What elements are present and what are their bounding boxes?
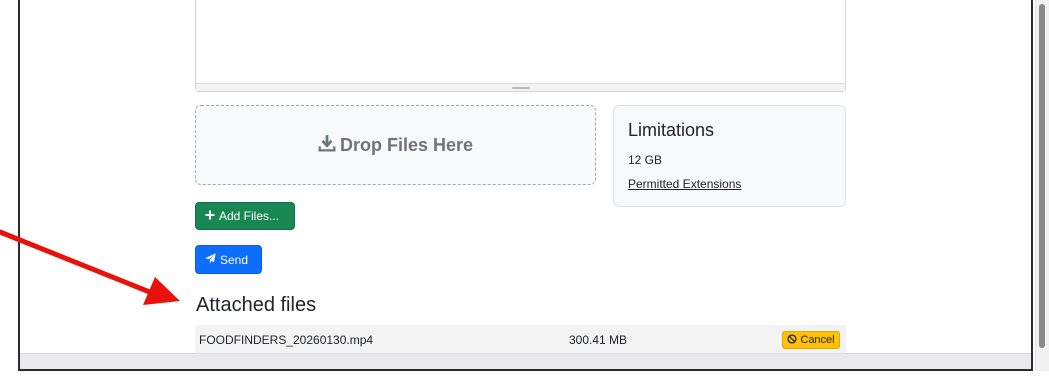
file-name: FOODFINDERS_20260130.mp4 xyxy=(199,333,374,347)
cancel-label: Cancel xyxy=(800,334,835,346)
limitations-title: Limitations xyxy=(628,120,715,140)
file-dropzone[interactable]: Drop Files Here xyxy=(195,105,596,185)
ban-icon xyxy=(787,333,800,347)
paper-plane-icon xyxy=(205,252,220,267)
window-bottom-bar xyxy=(20,353,1031,369)
plus-icon xyxy=(205,209,219,223)
file-size: 300.41 MB xyxy=(569,333,628,347)
max-file-size: 12 GB xyxy=(628,153,663,167)
resize-grip-icon xyxy=(512,87,530,89)
scrollbar-thumb[interactable] xyxy=(1039,4,1045,348)
permitted-extensions-link[interactable]: Permitted Extensions xyxy=(628,177,741,191)
send-label: Send xyxy=(220,252,249,267)
add-files-button[interactable]: Add Files... xyxy=(195,202,295,230)
textarea-resize-handle[interactable] xyxy=(196,83,845,91)
attached-file-row: FOODFINDERS_20260130.mp4 300.41 MB Cance… xyxy=(195,325,846,354)
attached-files-heading: Attached files xyxy=(196,294,317,316)
screenshot-stage: Drop Files Here Limitations 12 GB Permit… xyxy=(0,0,1049,389)
dropzone-label: Drop Files Here xyxy=(339,134,474,155)
message-textarea[interactable] xyxy=(195,0,846,92)
download-icon xyxy=(318,134,340,157)
send-button[interactable]: Send xyxy=(195,245,262,274)
cancel-upload-button[interactable]: Cancel xyxy=(782,331,840,349)
add-files-label: Add Files... xyxy=(219,209,280,223)
limitations-card: Limitations 12 GB Permitted Extensions xyxy=(613,105,846,207)
